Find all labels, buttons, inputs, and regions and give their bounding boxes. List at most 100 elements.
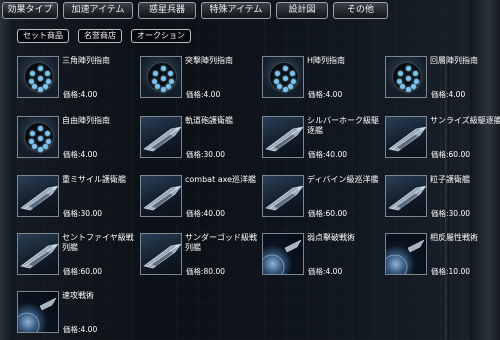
- tab-planet-weapons[interactable]: 惑星兵器: [138, 2, 196, 19]
- warship-graphic: [388, 126, 426, 152]
- formation-dot: [160, 66, 166, 71]
- shop-item[interactable]: 粒子護衛艦 価格:30.00: [385, 175, 500, 225]
- item-price: 価格:4.00: [431, 90, 466, 99]
- formation-dot: [37, 147, 43, 152]
- formation-dot: [413, 71, 418, 76]
- warship-icon[interactable]: [140, 116, 182, 158]
- warship-icon[interactable]: [17, 175, 59, 217]
- warship-icon[interactable]: [17, 233, 59, 275]
- formation-disc: [24, 122, 54, 152]
- planet-tactic-icon[interactable]: [385, 233, 427, 275]
- item-name: 軌道砲護衛艦: [185, 116, 233, 125]
- shop-item[interactable]: 突撃陣列指南 価格:4.00: [140, 56, 260, 106]
- formation-dot: [37, 126, 43, 131]
- honor-shop-button[interactable]: 名誉商店: [78, 29, 122, 43]
- shop-item[interactable]: H陣列指南価格:4.00: [262, 56, 382, 106]
- formation-dot: [45, 131, 50, 136]
- shop-item[interactable]: 弱点擊破戦術 価格:4.00: [262, 233, 382, 283]
- formation-dots-icon[interactable]: [262, 56, 304, 98]
- shop-item[interactable]: 重ミサイル護衛艦 価格:30.00: [17, 175, 137, 225]
- item-price: 価格:60.00: [308, 209, 347, 218]
- formation-dot: [282, 66, 288, 71]
- tab-effect-type[interactable]: 効果タイプ: [2, 2, 58, 19]
- item-price: 価格:4.00: [63, 90, 98, 99]
- set-products-button[interactable]: セット商品: [17, 29, 69, 43]
- warship-icon[interactable]: [140, 233, 182, 275]
- shop-item[interactable]: ディバイン級巡洋艦 価格:60.00: [262, 175, 382, 225]
- formation-dot: [43, 84, 48, 89]
- shop-item[interactable]: シルバーホーク級駆逐艦 価格:40.00: [262, 116, 382, 166]
- tab-blueprints[interactable]: 設計図: [276, 2, 328, 19]
- shop-item[interactable]: 軌道砲護衛艦 価格:30.00: [140, 116, 260, 166]
- warship-icon[interactable]: [262, 175, 304, 217]
- formation-dots-icon[interactable]: [385, 56, 427, 98]
- planet-tactic-icon[interactable]: [17, 291, 59, 333]
- planet-tactic-icon[interactable]: [262, 233, 304, 275]
- shop-item[interactable]: 三角陣列指南 価格:4.00: [17, 56, 137, 106]
- left-frame-beam: [0, 0, 14, 340]
- formation-dot: [277, 84, 282, 89]
- formation-dot: [288, 84, 293, 89]
- item-price: 価格:4.00: [308, 267, 343, 276]
- planet-graphic: [263, 239, 302, 274]
- shop-item[interactable]: セントファイヤ級戦列艦価格:60.00: [17, 233, 137, 283]
- tab-special-items[interactable]: 特殊アイテム: [201, 2, 271, 19]
- item-name: ディバイン級巡洋艦: [307, 175, 379, 184]
- item-name: セントファイヤ級戦列艦: [62, 233, 134, 252]
- auction-button[interactable]: オークション: [131, 29, 191, 43]
- item-price: 価格:60.00: [431, 150, 470, 159]
- shop-item[interactable]: combat axe巡洋艦 価格:40.00: [140, 175, 260, 225]
- formation-disc: [24, 62, 54, 92]
- formation-dot: [37, 75, 43, 81]
- item-price: 価格:4.00: [308, 90, 343, 99]
- warship-graphic: [143, 185, 181, 211]
- shop-item[interactable]: サンライズ級駆逐艦 価格:60.00: [385, 116, 500, 166]
- space-station-background: [0, 0, 500, 340]
- warship-graphic: [265, 185, 303, 211]
- item-name: H陣列指南: [307, 56, 346, 65]
- item-price: 価格:30.00: [431, 209, 470, 218]
- item-name: 重ミサイル護衛艦: [62, 175, 126, 184]
- item-name: combat axe巡洋艦: [185, 175, 257, 184]
- formation-disc: [392, 62, 422, 92]
- planet-graphic: [18, 297, 57, 332]
- formation-dot: [37, 66, 43, 71]
- warship-graphic: [143, 126, 181, 152]
- warship-icon[interactable]: [385, 116, 427, 158]
- item-price: 価格:10.00: [431, 267, 470, 276]
- warship-graphic: [143, 243, 181, 269]
- right-frame-beam: [470, 0, 500, 340]
- tab-other[interactable]: その他: [333, 2, 388, 19]
- warship-icon[interactable]: [140, 175, 182, 217]
- formation-dot: [30, 131, 35, 136]
- formation-dot: [46, 79, 51, 84]
- shop-sub-nav: セット商品 名誉商店 オークション: [17, 29, 200, 43]
- item-price: 価格:80.00: [186, 267, 225, 276]
- item-price: 価格:4.00: [186, 90, 221, 99]
- shop-item[interactable]: 自由陣列指南 価格:4.00: [17, 116, 137, 166]
- formation-dot: [43, 144, 48, 149]
- formation-dots-icon[interactable]: [17, 56, 59, 98]
- shop-item[interactable]: 速攻戦術価格:4.00: [17, 291, 137, 340]
- shop-item[interactable]: 相反屬性戦術 価格:10.00: [385, 233, 500, 283]
- formation-dot: [282, 87, 288, 92]
- item-name: 回層陣列指南: [430, 56, 478, 65]
- formation-dot: [153, 71, 158, 76]
- formation-dots-icon[interactable]: [140, 56, 182, 98]
- item-price: 価格:60.00: [63, 267, 102, 276]
- warship-icon[interactable]: [385, 175, 427, 217]
- formation-disc: [147, 62, 177, 92]
- item-name: 速攻戦術: [62, 291, 94, 300]
- formation-dot: [405, 75, 411, 81]
- warship-graphic: [388, 185, 426, 211]
- formation-dot: [166, 84, 171, 89]
- formation-dots-icon[interactable]: [17, 116, 59, 158]
- formation-dot: [398, 71, 403, 76]
- item-price: 価格:4.00: [63, 325, 98, 334]
- formation-dot: [32, 144, 37, 149]
- shop-item[interactable]: 回層陣列指南 価格:4.00: [385, 56, 500, 106]
- warship-icon[interactable]: [262, 116, 304, 158]
- item-name: シルバーホーク級駆逐艦: [307, 116, 379, 135]
- tab-acceleration-items[interactable]: 加速アイテム: [63, 2, 133, 19]
- shop-item[interactable]: サンダーゴッド級戦列艦 価格:80.00: [140, 233, 260, 283]
